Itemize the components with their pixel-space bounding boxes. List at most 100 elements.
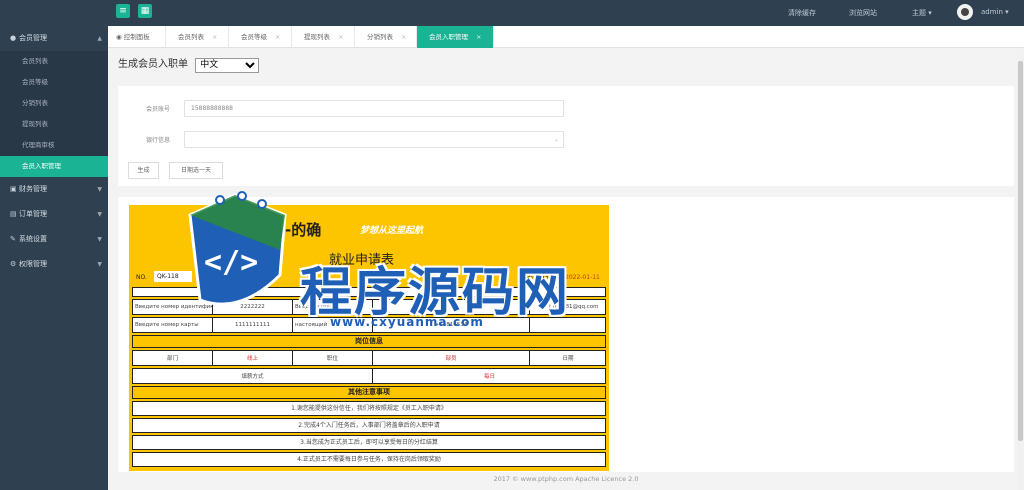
- doc-no-label: NO.: [136, 274, 147, 281]
- sidebar: ● 会员管理 ▲ 会员列表 会员等级 分销列表 提现列表 代理商审核 会员入职管理…: [0, 26, 108, 490]
- section-heading: 岗位信息: [132, 335, 606, 348]
- chevron-down-icon: ▼: [97, 211, 102, 218]
- sidebar-item-distribution[interactable]: 分销列表: [0, 93, 108, 114]
- chevron-down-icon: ▾: [1005, 8, 1009, 16]
- tab-onboarding[interactable]: 会员入职管理 ×: [417, 26, 494, 48]
- sidebar-item-withdraw[interactable]: 提现列表: [0, 114, 108, 135]
- top-navbar: ≡ ▦ 清除缓存 浏览网站 主题 ▾ admin ▾: [0, 0, 1024, 26]
- close-icon[interactable]: ×: [401, 33, 406, 41]
- table-cell: 职位: [293, 351, 373, 365]
- bank-label: 银行信息: [146, 137, 171, 144]
- table-row: Введите номер идентификации 2222222 Введ…: [132, 299, 606, 315]
- doc-brand: -的确: [285, 221, 322, 239]
- language-select[interactable]: 中文: [195, 57, 260, 73]
- sidebar-group-system[interactable]: ✎ 系统设置 ▼: [0, 227, 108, 252]
- table-cell: настоящий: [293, 318, 373, 332]
- footer: 2017 © www.ptphp.com Apache Licence 2.0: [493, 475, 639, 483]
- tab-member-level[interactable]: 会员等级 ×: [229, 26, 292, 48]
- menu-toggle-icon[interactable]: ≡: [116, 4, 130, 18]
- sidebar-group-label: 会员管理: [19, 34, 47, 42]
- clear-cache-link[interactable]: 清除缓存: [788, 8, 816, 18]
- table-cell: +63816534: [373, 318, 530, 332]
- note-line: 3.当您成为正式员工后，即可以享受每日的分红结算: [132, 435, 606, 450]
- sidebar-group-label: 权限管理: [19, 260, 47, 268]
- doc-title: 就业申请表: [329, 253, 395, 268]
- close-icon[interactable]: ×: [338, 33, 343, 41]
- avatar[interactable]: [957, 4, 973, 20]
- doc-no-value: QK-118: [154, 271, 192, 282]
- sidebar-item-member-list[interactable]: 会员列表: [0, 51, 108, 72]
- chevron-down-icon: ⌄: [553, 136, 559, 143]
- theme-menu[interactable]: 主题 ▾: [912, 8, 932, 18]
- note-line: 4.正式员工不需要每日参与任务，保持在岗后领取奖励: [132, 452, 606, 467]
- tab-bar: ◉ 控制面板 会员列表 × 会员等级 × 提现列表 × 分销列表 × 会员入职管理 ×: [108, 26, 1024, 48]
- close-icon[interactable]: ×: [212, 33, 217, 41]
- table-cell: [373, 300, 530, 314]
- scrollbar[interactable]: [1017, 49, 1024, 490]
- bank-select[interactable]: ⌄: [184, 131, 564, 148]
- sidebar-group-permission[interactable]: ⚙ 权限管理 ▼: [0, 252, 108, 277]
- close-icon[interactable]: ×: [476, 33, 481, 41]
- note-line: 2.完成4个入门任务后，入事部门将盖章后的入职申请: [132, 418, 606, 433]
- doc-slogan: 梦想从这里起航: [360, 226, 424, 236]
- table-cell: Введите номер идентификации: [133, 300, 213, 314]
- chevron-down-icon: ▾: [928, 9, 932, 17]
- table-cell: 日期: [562, 356, 574, 362]
- theme-label: 主题: [912, 9, 926, 17]
- user-menu[interactable]: admin ▾: [981, 8, 1009, 16]
- table-row: 填薪方式 每日: [132, 368, 606, 384]
- sidebar-group-label: 财务管理: [19, 185, 47, 193]
- wrench-icon: ✎: [10, 235, 16, 243]
- page-title: 生成会员入职单: [118, 59, 188, 70]
- grid-icon[interactable]: ▦: [138, 4, 152, 18]
- page-header: 生成会员入职单 中文: [118, 55, 260, 77]
- sidebar-group-order[interactable]: ▤ 订单管理 ▼: [0, 202, 108, 227]
- main-content: 生成会员入职单 中文 会员账号 15888888888 银行信息 ⌄ 生成 日期…: [108, 49, 1024, 490]
- tab-distribution[interactable]: 分销列表 ×: [355, 26, 417, 48]
- account-input[interactable]: 15888888888: [184, 100, 564, 117]
- sidebar-group-member[interactable]: ● 会员管理 ▲: [0, 26, 108, 51]
- chevron-down-icon: ▼: [97, 186, 102, 193]
- pick-date-button[interactable]: 日期选一天: [169, 162, 223, 179]
- chevron-down-icon: ▼: [97, 236, 102, 243]
- browse-site-link[interactable]: 浏览网站: [849, 8, 877, 18]
- sidebar-item-member-level[interactable]: 会员等级: [0, 72, 108, 93]
- sidebar-item-onboarding[interactable]: 会员入职管理: [0, 156, 108, 177]
- table-cell: 每日: [483, 374, 495, 380]
- table-row: 部门 线上 职位 部员 日期: [132, 350, 606, 366]
- table-row: [132, 287, 606, 297]
- sidebar-item-agent-review[interactable]: 代理商审核: [0, 135, 108, 156]
- app-window: ≡ ▦ 清除缓存 浏览网站 主题 ▾ admin ▾ ● 会员管理 ▲ 会员列表 …: [0, 0, 1024, 490]
- table-cell: 1111182181@qq.com: [537, 304, 599, 310]
- close-icon[interactable]: ×: [275, 33, 280, 41]
- gear-icon: ⚙: [10, 260, 17, 268]
- scrollbar-thumb[interactable]: [1018, 61, 1023, 441]
- chevron-down-icon: ▼: [97, 261, 102, 268]
- note-line: 1.谢您能提供这份信任，我们将按照规定《员工入职申请》: [132, 401, 606, 416]
- user-icon: ●: [10, 34, 17, 42]
- generate-button[interactable]: 生成: [128, 162, 159, 179]
- table-cell: Введите почту: [293, 300, 373, 314]
- tab-withdraw[interactable]: 提现列表 ×: [292, 26, 355, 48]
- account-value: 15888888888: [191, 105, 233, 112]
- order-icon: ▤: [10, 210, 17, 218]
- sidebar-group-finance[interactable]: ▣ 财务管理 ▼: [0, 177, 108, 202]
- table-cell: 线上: [213, 351, 293, 365]
- tab-label: 控制面板: [123, 33, 150, 41]
- table-cell: 2222222: [213, 300, 293, 314]
- tab-member-list[interactable]: 会员列表 ×: [166, 26, 229, 48]
- tab-label: 分销列表: [367, 33, 393, 41]
- table-cell: 1111111111: [213, 318, 293, 332]
- sidebar-group-label: 系统设置: [19, 235, 47, 243]
- user-name: admin: [981, 8, 1003, 16]
- tab-label: 会员等级: [241, 33, 267, 41]
- tab-dashboard[interactable]: ◉ 控制面板: [108, 26, 166, 48]
- sidebar-group-label: 订单管理: [19, 210, 47, 218]
- doc-date-value: 2022-01-11: [565, 274, 600, 281]
- account-label: 会员账号: [146, 106, 171, 113]
- home-icon: ◉: [116, 33, 124, 41]
- table-cell: 部门: [133, 351, 213, 365]
- tab-label: 会员入职管理: [429, 33, 468, 41]
- chevron-up-icon: ▲: [97, 35, 102, 42]
- tab-label: 会员列表: [178, 33, 204, 41]
